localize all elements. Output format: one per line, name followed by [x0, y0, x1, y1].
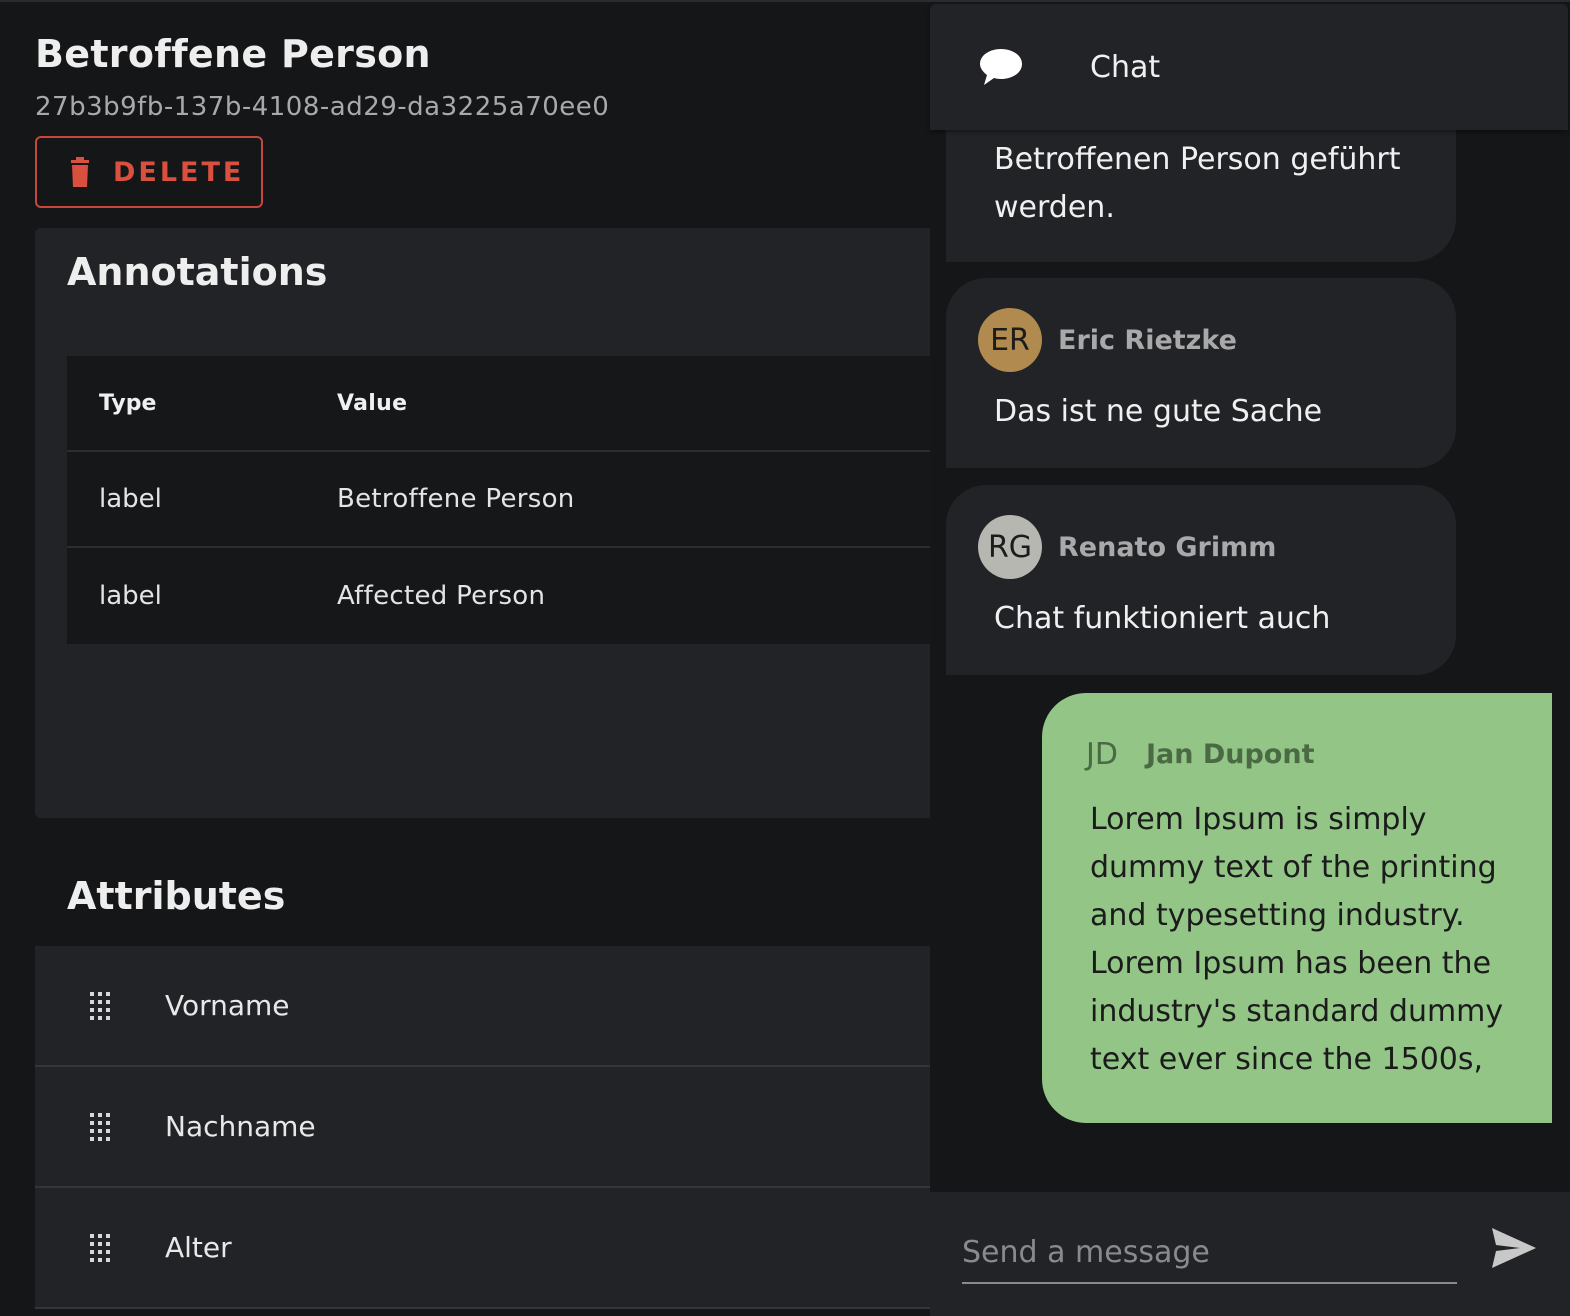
chat-message: RG Renato Grimm Chat funktioniert auch [946, 485, 1456, 675]
message-text: Lorem Ipsum is simply dummy text of the … [1090, 802, 1504, 1077]
chat-title: Chat [1090, 49, 1161, 85]
attributes-heading: Attributes [67, 874, 286, 918]
avatar: RG [978, 515, 1042, 579]
message-input[interactable] [962, 1222, 1457, 1284]
entity-detail-pane: Betroffene Person 27b3b9fb-137b-4108-ad2… [0, 0, 930, 1316]
attribute-item[interactable]: Nachname [35, 1067, 930, 1188]
attribute-name: Alter [165, 1231, 232, 1264]
message-text: Betroffenen Person geführt werden. [994, 142, 1401, 225]
annotations-heading: Annotations [67, 250, 328, 294]
drag-handle-icon[interactable] [35, 1233, 165, 1263]
message-text: Chat funktioniert auch [994, 601, 1331, 636]
attribute-item[interactable]: Alter [35, 1188, 930, 1309]
column-header-value: Value [337, 390, 408, 416]
author-name: Renato Grimm [1058, 531, 1277, 563]
chat-header: Chat [930, 4, 1568, 130]
annotation-type-cell: label [99, 484, 162, 514]
chat-panel: Chat Betroffenen Person geführt werden. … [930, 0, 1570, 1316]
annotations-table: Type Value label Betroffene Person label… [67, 356, 930, 644]
send-icon[interactable] [1490, 1226, 1538, 1270]
annotation-value-cell: Affected Person [337, 581, 546, 611]
avatar: ER [978, 308, 1042, 372]
attribute-name: Vorname [165, 989, 290, 1022]
author-name: Jan Dupont [1145, 739, 1315, 770]
message-author: JD Jan Dupont [1086, 737, 1512, 772]
annotation-type-cell: label [99, 581, 162, 611]
message-author: RG Renato Grimm [978, 515, 1424, 579]
column-header-type: Type [99, 390, 157, 416]
delete-button-label: DELETE [113, 156, 245, 188]
table-row: label Betroffene Person [67, 452, 930, 548]
annotations-card: Annotations Type Value label Betroffene … [35, 228, 930, 818]
chat-message: Betroffenen Person geführt werden. [946, 130, 1456, 262]
drag-handle-icon[interactable] [35, 991, 165, 1021]
trash-icon [71, 157, 89, 187]
table-row: label Affected Person [67, 548, 930, 644]
delete-button[interactable]: DELETE [35, 136, 263, 208]
page-title: Betroffene Person [35, 32, 431, 76]
message-composer [930, 1192, 1570, 1316]
message-author: ER Eric Rietzke [978, 308, 1424, 372]
attribute-item[interactable]: Vorname [35, 946, 930, 1067]
entity-id: 27b3b9fb-137b-4108-ad29-da3225a70ee0 [35, 92, 610, 122]
attribute-name: Nachname [165, 1110, 316, 1143]
drag-handle-icon[interactable] [35, 1112, 165, 1142]
annotation-value-cell: Betroffene Person [337, 484, 575, 514]
message-text: Das ist ne gute Sache [994, 394, 1323, 429]
chat-message: ER Eric Rietzke Das ist ne gute Sache [946, 278, 1456, 468]
author-name: Eric Rietzke [1058, 324, 1237, 356]
avatar: JD [1086, 737, 1118, 772]
own-chat-message: JD Jan Dupont Lorem Ipsum is simply dumm… [1042, 693, 1552, 1123]
table-header-row: Type Value [67, 356, 930, 452]
chat-bubble-icon [980, 49, 1022, 85]
attributes-list: Vorname Nachname Alter [35, 946, 930, 1309]
